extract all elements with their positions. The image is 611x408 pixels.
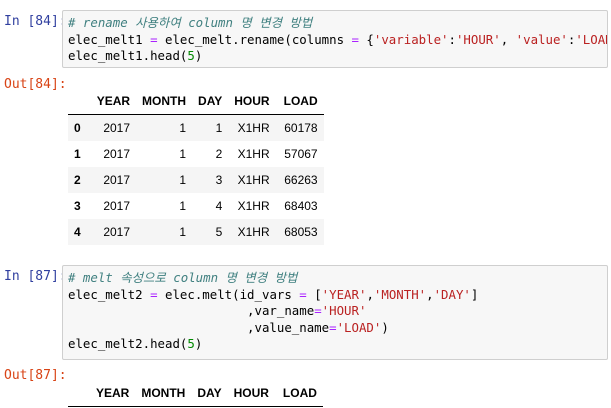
cell-day: 3 — [215, 173, 223, 187]
row-index: 3 — [74, 199, 81, 213]
cell-year: 2017 — [103, 147, 131, 161]
cell-day: 4 — [215, 199, 223, 213]
column-header-year: YEAR — [90, 88, 137, 115]
output-prompt-87: Out[87]: — [4, 368, 67, 383]
code-editor-87[interactable]: # melt 속성으로 column 명 변경 방법 elec_melt2 = … — [62, 265, 608, 360]
cell-hour: X1HR — [237, 173, 270, 187]
cell-load: 60178 — [284, 121, 318, 135]
cell-month: 1 — [179, 121, 187, 135]
code-comment: # rename 사용하여 column 명 변경 방법 — [68, 15, 313, 30]
cell-load: 57067 — [284, 147, 318, 161]
column-header-month: MONTH — [135, 380, 192, 407]
cell-month: 1 — [179, 225, 187, 239]
table-row: 3 2017 1 4 X1HR 68403 — [68, 193, 324, 219]
cell-load: 66263 — [284, 173, 318, 187]
table-row: 4 2017 1 5 X1HR 68053 — [68, 219, 324, 245]
cell-year: 2017 — [103, 173, 131, 187]
input-prompt-87: In [87]: — [4, 269, 67, 284]
cell-load: 68053 — [284, 225, 318, 239]
dataframe-table-84: YEAR MONTH DAY HOUR LOAD 0 2017 1 1 X1HR… — [68, 88, 324, 245]
column-header-month: MONTH — [136, 88, 193, 115]
cell-year: 2017 — [103, 121, 131, 135]
cell-load: 68403 — [284, 199, 318, 213]
cell-day: 5 — [215, 225, 223, 239]
code-comment: # melt 속성으로 column 명 변경 방법 — [68, 270, 298, 285]
column-header-index — [68, 380, 90, 407]
output-prompt-84: Out[84]: — [4, 77, 67, 92]
cell-month: 1 — [179, 147, 187, 161]
input-prompt-84: In [84]: — [4, 14, 67, 29]
table-row: 2 2017 1 3 X1HR 66263 — [68, 167, 324, 193]
cell-hour: X1HR — [237, 199, 270, 213]
row-index: 0 — [74, 121, 81, 135]
column-header-load: LOAD — [274, 380, 323, 407]
table-header-row: YEAR MONTH DAY HOUR LOAD — [68, 380, 323, 407]
cell-month: 1 — [179, 199, 187, 213]
cell-hour: X1HR — [237, 225, 270, 239]
cell-year: 2017 — [103, 225, 131, 239]
table-row: 0 2017 1 1 X1HR 60178 — [68, 114, 324, 141]
cell-hour: X1HR — [237, 121, 270, 135]
table-row: 1 2017 1 2 X1HR 57067 — [68, 141, 324, 167]
column-header-hour: HOUR — [228, 88, 276, 115]
code-editor-84[interactable]: # rename 사용하여 column 명 변경 방법 elec_melt1 … — [62, 10, 608, 68]
row-index: 4 — [74, 225, 81, 239]
row-index: 1 — [74, 147, 81, 161]
table-header-row: YEAR MONTH DAY HOUR LOAD — [68, 88, 324, 115]
cell-day: 1 — [215, 121, 223, 135]
column-header-year: YEAR — [90, 380, 136, 407]
column-header-day: DAY — [191, 380, 228, 407]
column-header-index — [68, 88, 91, 115]
cell-year: 2017 — [103, 199, 131, 213]
row-index: 2 — [74, 173, 81, 187]
column-header-load: LOAD — [275, 88, 324, 115]
cell-day: 2 — [215, 147, 223, 161]
cell-month: 1 — [179, 173, 187, 187]
column-header-day: DAY — [192, 88, 229, 115]
dataframe-table-87: YEAR MONTH DAY HOUR LOAD — [68, 380, 323, 407]
cell-hour: X1HR — [237, 147, 270, 161]
column-header-hour: HOUR — [227, 380, 275, 407]
